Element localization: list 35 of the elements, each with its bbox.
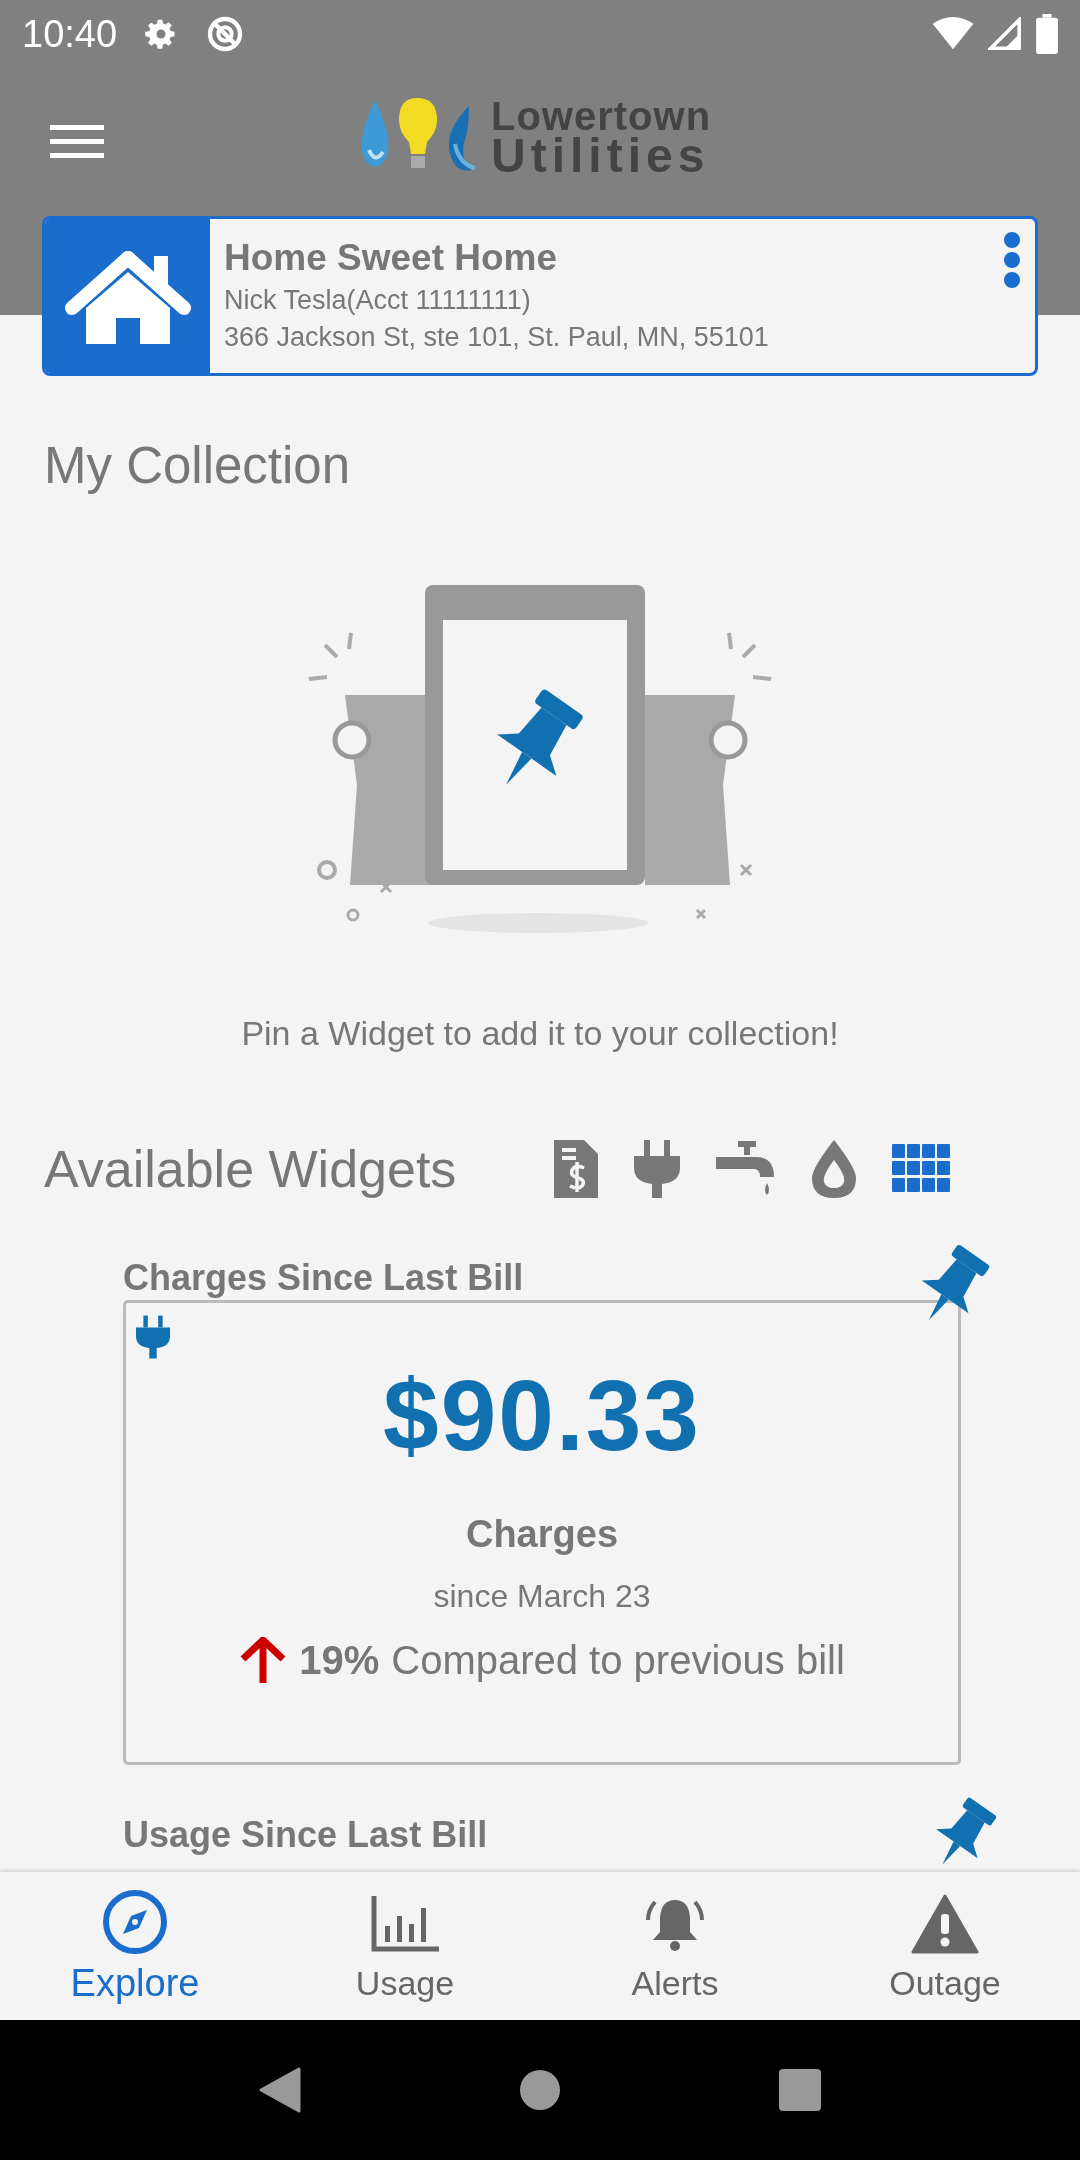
since-date: since March 23 [433, 1578, 651, 1615]
plug-icon[interactable] [634, 1140, 680, 1198]
signal-icon [988, 17, 1022, 51]
back-icon[interactable] [259, 2067, 301, 2113]
compass-icon [101, 1887, 169, 1956]
nav-tab[interactable]: Usage [270, 1872, 540, 2020]
widget-title: Usage Since Last Bill [123, 1814, 488, 1856]
wifi-icon [932, 17, 974, 51]
empty-message: Pin a Widget to add it to your collection! [240, 1014, 840, 1053]
logo-text: Utilities [491, 134, 711, 178]
home-button-icon[interactable] [519, 2069, 561, 2111]
section-title: My Collection [44, 436, 352, 495]
battery-icon [1036, 14, 1058, 54]
account-holder: Nick Tesla(Acct 11111111) [224, 285, 532, 316]
widget-title: Charges Since Last Bill [123, 1257, 524, 1299]
nav-tab[interactable]: Alerts [540, 1872, 810, 2020]
faucet-icon[interactable] [716, 1141, 776, 1197]
charge-amount: $90.33 [383, 1358, 701, 1473]
account-name: Home Sweet Home [224, 237, 559, 279]
account-address: 366 Jackson St, ste 101, St. Paul, MN, 55101 [224, 322, 770, 353]
menu-icon[interactable] [50, 123, 104, 161]
comparison-text: Compared to previous bill [391, 1637, 845, 1683]
change-percent: 19% [299, 1637, 380, 1683]
grid-icon[interactable] [892, 1144, 950, 1194]
more-icon[interactable] [1003, 231, 1021, 289]
widget-card[interactable]: $90.33 Charges since March 23 19% Compared to previous bill [123, 1300, 961, 1765]
bill-icon[interactable] [554, 1140, 598, 1198]
charge-label: Charges [465, 1513, 619, 1556]
section-title: Available Widgets [44, 1139, 458, 1199]
logo-text: Lowertown [491, 98, 712, 135]
nav-tab[interactable]: Outage [810, 1872, 1080, 2020]
nav-tab[interactable]: Explore [0, 1872, 270, 2020]
status-time: 10:40 [22, 12, 118, 56]
plug-icon [136, 1313, 170, 1361]
drop-icon[interactable] [812, 1140, 856, 1198]
